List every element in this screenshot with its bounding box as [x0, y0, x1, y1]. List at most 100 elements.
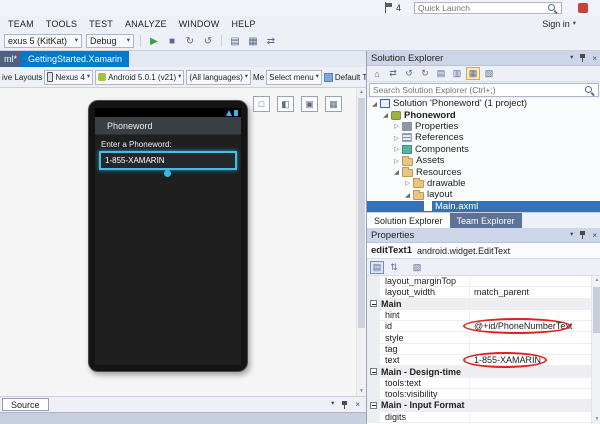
refresh-icon[interactable]: ↻: [418, 67, 432, 80]
grid-toggle-icon[interactable]: ▦: [325, 96, 342, 112]
property-value[interactable]: [470, 412, 591, 422]
tree-item-solution[interactable]: ◢ Solution 'Phoneword' (1 project): [367, 98, 600, 109]
document-tab-partial[interactable]: ml*: [0, 51, 21, 67]
sign-in-button[interactable]: Sign in ▾: [542, 16, 576, 32]
show-all-files-icon[interactable]: ▥: [450, 67, 464, 80]
scroll-down-icon[interactable]: ▼: [592, 415, 600, 424]
notifications-button[interactable]: 4: [384, 2, 401, 13]
configuration-dropdown[interactable]: Debug ▾: [86, 34, 134, 48]
selected-object-row[interactable]: editText1 android.widget.EditText: [367, 243, 600, 259]
sync-with-active-document-icon[interactable]: ▦: [466, 67, 480, 80]
start-debug-icon[interactable]: ▶: [147, 34, 161, 48]
category-row-input-format[interactable]: Main - Input Format: [367, 400, 600, 411]
phoneword-textview[interactable]: Enter a Phoneword:: [101, 140, 241, 149]
expander-expanded-icon[interactable]: ◢: [381, 111, 390, 119]
property-value[interactable]: [470, 389, 591, 399]
scrollbar-thumb[interactable]: [593, 287, 600, 333]
emulator-manager-icon[interactable]: ▦: [246, 34, 260, 48]
scroll-down-icon[interactable]: ▼: [357, 387, 366, 396]
scrollbar-thumb[interactable]: [358, 98, 365, 328]
designer-language-combo[interactable]: (All languages) ▾: [186, 70, 251, 85]
property-value[interactable]: [470, 332, 591, 342]
property-value[interactable]: [470, 276, 591, 286]
tree-item-components[interactable]: ▷ Components: [367, 144, 600, 155]
device-target-dropdown[interactable]: exus 5 (KitKat) ▾: [4, 34, 82, 48]
menu-analyze[interactable]: ANALYZE: [119, 19, 173, 29]
property-row-tools-visibility[interactable]: tools:visibility: [367, 389, 600, 400]
quick-launch-input[interactable]: [418, 3, 547, 13]
tree-item-drawable[interactable]: ▷ drawable: [367, 178, 600, 189]
tree-item-main-axml[interactable]: Main.axml: [367, 201, 600, 212]
pin-icon[interactable]: [578, 53, 587, 63]
collapse-icon[interactable]: [370, 402, 377, 409]
tree-item-project[interactable]: ◢ Phoneword: [367, 109, 600, 120]
zoom-actual-icon[interactable]: ▣: [301, 96, 318, 112]
pin-icon[interactable]: [578, 230, 587, 240]
collapsed-panel-strip[interactable]: [0, 412, 366, 424]
tree-item-references[interactable]: ▷ References: [367, 132, 600, 143]
chevron-down-icon[interactable]: ▾: [570, 232, 573, 239]
menu-window[interactable]: WINDOW: [173, 19, 226, 29]
switch-views-icon[interactable]: ⇄: [386, 67, 400, 80]
categorized-icon[interactable]: ▤: [370, 261, 384, 274]
tree-item-layout[interactable]: ◢ layout: [367, 189, 600, 200]
chevron-down-icon[interactable]: ▾: [570, 55, 573, 62]
designer-theme-combo[interactable]: Default Theme: [335, 73, 366, 82]
properties-header[interactable]: Properties ▾ ×: [367, 228, 600, 243]
expander-collapsed-icon[interactable]: ▷: [392, 157, 401, 165]
undo-icon[interactable]: ↺: [201, 34, 215, 48]
property-value[interactable]: [470, 310, 591, 320]
pending-changes-icon[interactable]: ↺: [402, 67, 416, 80]
property-value[interactable]: [470, 378, 591, 388]
property-row-layout-width[interactable]: layout_width match_parent: [367, 287, 600, 298]
designer-device-combo[interactable]: Nexus 4 ▾: [44, 70, 93, 85]
designer-menu-combo[interactable]: Select menu ▾: [266, 70, 322, 85]
property-row-id[interactable]: id @+id/PhoneNumberText: [367, 321, 600, 332]
expander-expanded-icon[interactable]: ◢: [392, 168, 401, 176]
category-row-design-time[interactable]: Main - Design-time: [367, 366, 600, 377]
menu-help[interactable]: HELP: [225, 19, 261, 29]
canvas-vertical-scrollbar[interactable]: ▲ ▼: [356, 88, 365, 396]
property-pages-icon[interactable]: ▧: [410, 261, 424, 274]
property-row-digits[interactable]: digits: [367, 412, 600, 423]
property-value[interactable]: 1-855-XAMARIN: [470, 355, 591, 365]
property-row-layout-marginTop[interactable]: layout_marginTop: [367, 276, 600, 287]
grid-vertical-scrollbar[interactable]: ▲ ▼: [591, 276, 600, 424]
property-row-tools-text[interactable]: tools:text: [367, 378, 600, 389]
tree-item-resources[interactable]: ◢ Resources: [367, 166, 600, 177]
collapse-icon[interactable]: [370, 368, 377, 375]
expander-collapsed-icon[interactable]: ▷: [392, 134, 401, 142]
designer-version-combo[interactable]: Android 5.0.1 (v21) ▾: [95, 70, 184, 85]
stop-icon[interactable]: ■: [165, 34, 179, 48]
source-view-tab[interactable]: Source: [2, 398, 49, 411]
document-tab-active[interactable]: GettingStarted.Xamarin: [21, 51, 129, 67]
alphabetical-icon[interactable]: ⇅: [387, 261, 401, 274]
expander-collapsed-icon[interactable]: ▷: [392, 145, 401, 153]
feedback-icon[interactable]: [578, 3, 588, 13]
menu-tools[interactable]: TOOLS: [40, 19, 83, 29]
expander-expanded-icon[interactable]: ◢: [370, 100, 379, 108]
close-icon[interactable]: ×: [355, 400, 360, 409]
expander-expanded-icon[interactable]: ◢: [403, 191, 412, 199]
zoom-fit-icon[interactable]: ◧: [277, 96, 294, 112]
close-icon[interactable]: ×: [592, 231, 597, 240]
phone-number-edittext[interactable]: 1-855-XAMARIN: [99, 151, 237, 170]
alternative-layouts-button[interactable]: ive Layouts: [2, 73, 42, 82]
chevron-down-icon[interactable]: ▾: [331, 401, 334, 408]
tree-item-properties[interactable]: ▷ Properties: [367, 121, 600, 132]
scroll-up-icon[interactable]: ▲: [592, 276, 600, 285]
refresh-icon[interactable]: ↻: [183, 34, 197, 48]
close-icon[interactable]: ×: [592, 54, 597, 63]
solution-search-input[interactable]: [373, 85, 584, 95]
expander-collapsed-icon[interactable]: ▷: [392, 122, 401, 130]
property-value[interactable]: [470, 344, 591, 354]
tree-item-assets[interactable]: ▷ Assets: [367, 155, 600, 166]
selection-handle-icon[interactable]: [163, 169, 173, 179]
property-row-style[interactable]: style: [367, 332, 600, 343]
pin-icon[interactable]: [340, 400, 349, 410]
category-row-main[interactable]: Main: [367, 299, 600, 310]
properties-window-icon[interactable]: ▧: [482, 67, 496, 80]
expander-collapsed-icon[interactable]: ▷: [403, 179, 412, 187]
design-surface[interactable]: □ ◧ ▣ ▦ Phoneword Enter a Phoneword: 1-8…: [0, 88, 366, 396]
sdk-manager-icon[interactable]: ▤: [228, 34, 242, 48]
